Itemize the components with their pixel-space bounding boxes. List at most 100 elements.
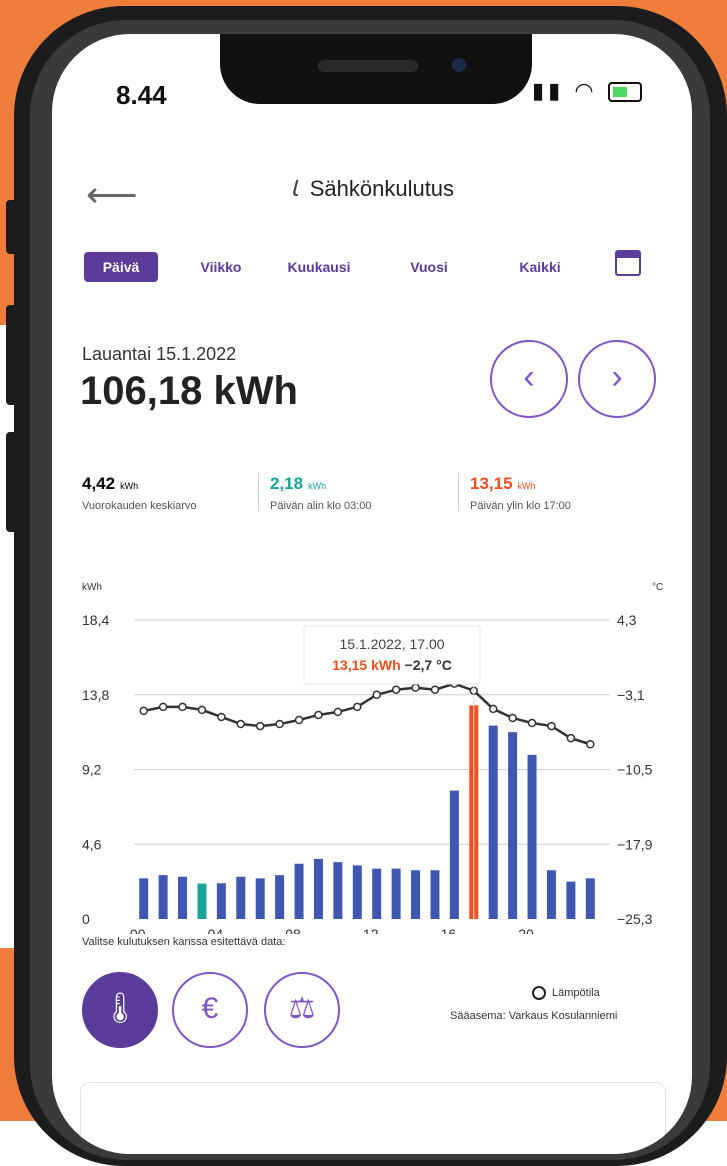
bar — [352, 865, 362, 919]
tab-month[interactable]: Kuukausi — [274, 252, 364, 282]
weather-station: Sääasema: Varkaus Kosulanniemi — [450, 1010, 618, 1022]
signal-bars-icon: ▮▮ — [532, 78, 565, 103]
tooltip-box — [303, 625, 481, 685]
previous-day-button[interactable]: ‹ — [490, 340, 568, 418]
bar — [178, 876, 188, 919]
bar — [488, 725, 498, 919]
temperature-point — [197, 705, 207, 715]
battery-charging-icon — [607, 82, 642, 103]
stat-max-unit: kWh — [517, 481, 536, 491]
temperature-point — [275, 719, 284, 729]
euro-trend-icon[interactable]: € — [172, 972, 248, 1048]
page-title: Sähkönkulutus — [309, 176, 455, 201]
bar — [546, 870, 556, 919]
bar — [313, 858, 323, 919]
consumption-chart[interactable]: kWh °C 18,4 13,8 9,2 4,6 0 4,3 −3,1 −10,5 −17,9 −25… — [52, 544, 692, 934]
temperature-point — [333, 707, 343, 717]
stat-min-value: 2,18 — [270, 474, 304, 493]
wifi-icon: ◠ — [574, 78, 598, 103]
bar — [585, 878, 595, 919]
status-icons: ▮▮ ◠ — [532, 78, 642, 104]
stat-max: 13,15 kWh Päivän ylin klo 17:00 — [458, 474, 571, 512]
x-tick: 12 — [363, 926, 379, 934]
calendar-icon[interactable] — [615, 250, 641, 276]
y-tick-left: 0 — [82, 911, 90, 927]
temperature-line — [143, 682, 591, 746]
tooltip-values: 13,15 kWh −2,7 °C — [332, 657, 452, 673]
stat-max-label: Päivän ylin klo 17:00 — [470, 500, 571, 512]
total-consumption: 106,18 kWh — [80, 369, 298, 413]
data-select-label: Valitse kulutuksen kanssa esitettävä dat… — [82, 936, 286, 948]
stat-average-label: Vuorokauden keskiarvo — [82, 500, 197, 512]
thermometer-plus-icon[interactable]: 🌡 — [82, 972, 158, 1048]
bar — [139, 878, 149, 919]
period-tabs: Päivä Viikko Kuukausi Vuosi Kaikki — [84, 252, 664, 284]
tooltip-kwh: 13,15 kWh — [332, 657, 404, 673]
tab-all[interactable]: Kaikki — [502, 252, 578, 282]
temperature-point — [255, 721, 265, 731]
temperature-point — [488, 704, 498, 714]
temperature-point — [547, 721, 556, 731]
x-tick: 20 — [518, 926, 534, 934]
bar — [294, 863, 304, 919]
y-tick-right: −25,3 — [617, 911, 653, 927]
temperature-point — [430, 685, 440, 694]
temperature-point — [353, 702, 362, 712]
bar — [236, 876, 246, 919]
y-tick-right: −3,1 — [617, 687, 645, 703]
notch — [220, 34, 532, 104]
stat-average: 4,42 kWh Vuorokauden keskiarvo — [82, 474, 197, 512]
volume-down-button — [6, 432, 20, 532]
speaker-grille — [318, 60, 418, 72]
y-tick-right: −17,9 — [617, 836, 653, 852]
tab-week[interactable]: Viikko — [186, 252, 256, 282]
divider — [458, 474, 459, 510]
divider — [258, 474, 259, 510]
temperature-point — [139, 706, 148, 716]
tab-year[interactable]: Vuosi — [396, 252, 462, 282]
x-tick: 04 — [208, 926, 224, 934]
phone-screen: 8.44 ▮▮ ◠ ⟵ Ꙇ Sähkönkulutus Päivä Viikko … — [52, 34, 692, 1154]
chevron-left-icon: ‹ — [523, 358, 535, 396]
y-tick-left: 18,4 — [82, 612, 109, 628]
bar — [158, 875, 168, 919]
temperature-point — [158, 702, 168, 712]
bar — [527, 754, 537, 919]
temperature-point — [411, 683, 420, 692]
temperature-point — [178, 702, 187, 712]
temperature-point — [372, 690, 381, 699]
bar — [372, 868, 382, 919]
bar — [430, 870, 440, 919]
stat-min-unit: kWh — [308, 481, 327, 491]
bar — [566, 881, 576, 919]
stat-average-value: 4,42 — [82, 474, 116, 493]
y-tick-right: 4,3 — [617, 612, 637, 628]
x-tick: 00 — [130, 926, 146, 934]
scales-icon[interactable]: ⚖ — [264, 972, 340, 1048]
volume-up-button — [6, 305, 20, 405]
stat-max-value: 13,15 — [470, 474, 513, 493]
temperature-point — [314, 710, 323, 720]
temperature-point — [586, 739, 595, 749]
temperature-point — [508, 713, 517, 723]
temperature-legend: Lämpötila — [532, 986, 600, 1000]
tab-day[interactable]: Päivä — [84, 252, 158, 282]
stat-average-unit: kWh — [120, 481, 139, 491]
bar — [197, 883, 207, 919]
stat-min-label: Päivän alin klo 03:00 — [270, 500, 372, 512]
y-tick-left: 13,8 — [82, 687, 109, 703]
bar — [255, 878, 265, 919]
temperature-point — [527, 718, 537, 728]
bar — [391, 868, 401, 919]
tooltip-temp: −2,7 °C — [405, 657, 452, 673]
temperature-point — [217, 712, 226, 722]
next-day-button[interactable]: › — [578, 340, 656, 418]
y-tick-left: 9,2 — [82, 762, 102, 778]
power-button — [713, 330, 727, 500]
front-camera — [452, 58, 466, 72]
info-card — [80, 1082, 666, 1154]
lightning-icon: Ꙇ — [289, 176, 298, 201]
tooltip-date: 15.1.2022, 17.00 — [339, 636, 444, 652]
status-time: 8.44 — [116, 80, 167, 110]
bar — [216, 883, 226, 919]
